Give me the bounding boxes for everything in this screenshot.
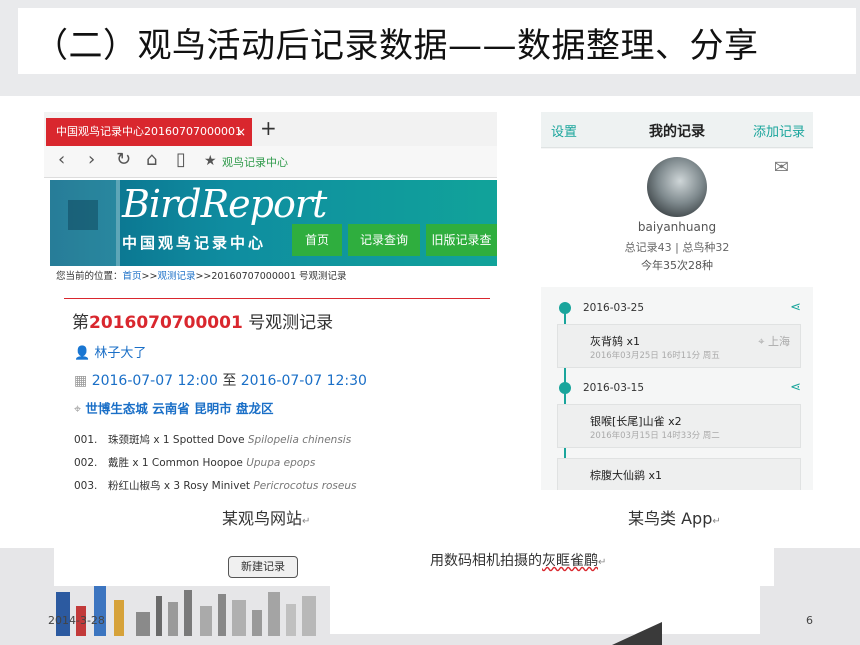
entry-date: 2016-03-25 — [583, 302, 645, 314]
nav-old-version[interactable]: 旧版记录查 — [426, 224, 497, 256]
photo-caption: 用数码相机拍摄的灰眶雀鹛↵ — [430, 553, 607, 569]
record-user[interactable]: 👤 林子大了 — [74, 342, 146, 361]
new-record-button[interactable]: 新建记录 — [228, 556, 298, 578]
photo-placeholder — [330, 586, 760, 634]
username: baiyanhuang — [637, 220, 717, 234]
timeline-dot — [559, 382, 571, 394]
banner-decoration — [68, 200, 98, 230]
divider — [64, 298, 490, 299]
reload-icon[interactable]: ↻ — [116, 149, 131, 170]
home-icon[interactable]: ⌂ — [146, 149, 157, 170]
address-bar[interactable]: 观鸟记录中心 — [222, 154, 288, 170]
location-pin-icon: ⌖ — [74, 401, 82, 416]
location-pin-icon: ⌖ 上海 — [758, 335, 790, 348]
calendar-icon: ▦ — [74, 373, 88, 389]
mail-icon[interactable]: ✉ — [774, 157, 789, 178]
slide-title: （二）观鸟活动后记录数据——数据整理、分享 — [34, 26, 759, 66]
record-number: 2016070700001 — [89, 313, 243, 333]
record-location[interactable]: ⌖ 世博生态城 云南省 昆明市 盘龙区 — [74, 398, 273, 417]
app-caption: 某鸟类 App↵ — [628, 509, 721, 528]
breadcrumb: 您当前的位置：首页>>观测记录>>20160707000001 号观测记录 — [56, 271, 347, 282]
share-icon[interactable]: ⋖ — [790, 300, 801, 315]
profile-card: ✉ baiyanhuang 总记录43 | 总鸟种32 今年35次28种 — [541, 149, 813, 287]
browser-tab[interactable]: 中国观鸟记录中心20160707000001 × — [46, 118, 252, 146]
user-icon: 👤 — [74, 346, 91, 361]
species-row: 003. 粉红山椒鸟 x 3 Rosy Minivet Pericrocotus … — [74, 480, 357, 492]
slide-date: 2014-3-28 — [48, 614, 105, 627]
entry-date: 2016-03-15 — [583, 382, 645, 394]
app-header: 设置 我的记录 添加记录 — [541, 112, 813, 148]
bird-app: 设置 我的记录 添加记录 ✉ baiyanhuang 总记录43 | 总鸟种32… — [541, 112, 813, 490]
site-banner: BirdReport 中国观鸟记录中心 首页 记录查询 旧版记录查 — [50, 180, 497, 266]
site-subtitle: 中国观鸟记录中心 — [122, 234, 267, 252]
record-card[interactable]: 灰背鸫 x1 2016年03月25日 16时11分 周五 ⌖ 上海 — [557, 324, 801, 368]
record-card[interactable]: 棕腹大仙鹟 x1 — [557, 458, 801, 490]
bottom-strip — [54, 546, 774, 586]
add-record-button[interactable]: 添加记录 — [753, 121, 805, 140]
star-icon[interactable]: ★ — [204, 153, 217, 169]
species-row: 001. 珠颈斑鸠 x 1 Spotted Dove Spilopelia chi… — [74, 434, 352, 446]
user-stats: 总记录43 | 总鸟种32 — [624, 241, 730, 254]
website-caption: 某观鸟网站↵ — [222, 509, 311, 528]
share-icon[interactable]: ⋖ — [790, 380, 801, 395]
record-datetime: ▦ 2016-07-07 12:00 至 2016-07-07 12:30 — [74, 373, 367, 389]
record-title: 第2016070700001 号观测记录 — [72, 313, 334, 333]
breadcrumb-section[interactable]: 观测记录 — [157, 271, 195, 282]
corner-decoration — [612, 622, 662, 645]
browser-toolbar: ‹ › ↻ ⌂ ▯ ★ 观鸟记录中心 — [44, 146, 497, 178]
tab-title: 中国观鸟记录中心20160707000001 — [56, 125, 242, 138]
avatar[interactable] — [647, 157, 707, 217]
breadcrumb-current: 20160707000001 号观测记录 — [211, 271, 347, 282]
page-number: 6 — [806, 614, 813, 627]
reader-icon[interactable]: ▯ — [176, 149, 186, 170]
site-logo: BirdReport — [122, 182, 327, 226]
species-row: 002. 戴胜 x 1 Common Hoopoe Upupa epops — [74, 457, 316, 469]
nav-record-query[interactable]: 记录查询 — [348, 224, 420, 256]
year-stats: 今年35次28种 — [641, 259, 713, 272]
forward-icon[interactable]: › — [88, 149, 95, 170]
nav-home[interactable]: 首页 — [292, 224, 342, 256]
birdreport-website: 中国观鸟记录中心20160707000001 × + ‹ › ↻ ⌂ ▯ ★ 观… — [44, 112, 497, 492]
back-icon[interactable]: ‹ — [58, 149, 65, 170]
decorative-bars — [56, 586, 326, 636]
close-icon[interactable]: × — [236, 118, 246, 146]
timeline-dot — [559, 302, 571, 314]
breadcrumb-home[interactable]: 首页 — [123, 271, 142, 282]
record-card[interactable]: 银喉[长尾]山雀 x2 2016年03月15日 14时33分 周二 — [557, 404, 801, 448]
new-tab-button[interactable]: + — [260, 116, 277, 140]
browser-tabbar: 中国观鸟记录中心20160707000001 × + — [44, 112, 497, 146]
